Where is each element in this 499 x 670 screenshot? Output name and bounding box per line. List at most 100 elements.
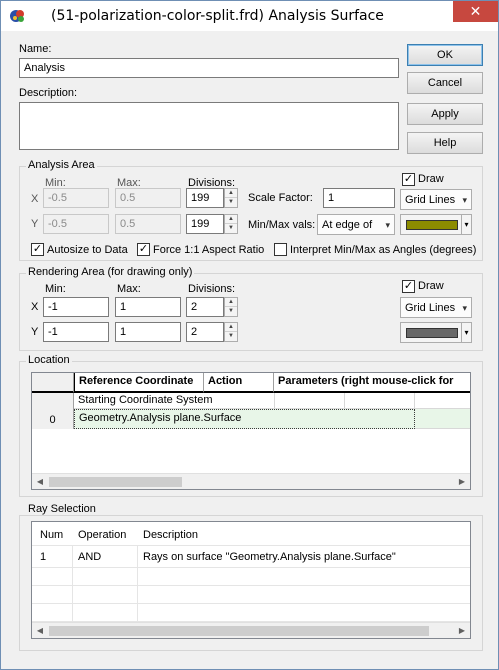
scale-factor-label: Scale Factor: — [248, 192, 313, 204]
ray-selection-title: Ray Selection — [26, 503, 98, 515]
rendering-x-divisions-input[interactable]: 2 — [186, 297, 224, 317]
rendering-color-picker[interactable]: ▾ — [400, 322, 472, 343]
spin-up-icon[interactable]: ▲ — [225, 298, 237, 307]
rendering-x-max-input[interactable]: 1 — [115, 297, 181, 317]
ray-row-description: Rays on surface "Geometry.Analysis plane… — [143, 551, 396, 563]
spin-up-icon[interactable]: ▲ — [225, 189, 237, 198]
spin-down-icon[interactable]: ▼ — [225, 224, 237, 233]
analysis-color-picker[interactable]: ▾ — [400, 214, 472, 235]
color-swatch — [406, 328, 458, 338]
rendering-max-label: Max: — [117, 283, 141, 295]
check-icon: ✓ — [32, 243, 43, 255]
column-header[interactable]: Operation — [78, 529, 126, 541]
scroll-right-icon[interactable]: ▶ — [455, 475, 469, 489]
rendering-draw-mode-select[interactable]: Grid Lines ▾ — [400, 297, 472, 318]
minmax-vals-select[interactable]: At edge of ▾ — [317, 214, 395, 235]
analysis-x-min-input[interactable]: -0.5 — [43, 188, 109, 208]
table-cell[interactable] — [344, 393, 414, 409]
close-icon: ✕ — [469, 3, 482, 19]
help-button[interactable]: Help — [407, 132, 483, 154]
row-number — [32, 393, 74, 409]
rendering-x-divisions-stepper[interactable]: 2 ▲ ▼ — [186, 297, 240, 317]
description-input[interactable] — [19, 102, 399, 150]
spin-down-icon[interactable]: ▼ — [225, 332, 237, 341]
chevron-down-icon: ▾ — [462, 195, 467, 205]
analysis-x-label: X — [31, 193, 39, 205]
chevron-down-icon: ▾ — [385, 220, 390, 230]
scale-factor-input[interactable]: 1 — [323, 188, 395, 208]
rendering-y-divisions-input[interactable]: 2 — [186, 322, 224, 342]
analysis-y-divisions-stepper[interactable]: 199 ▲ ▼ — [186, 214, 240, 234]
name-input[interactable]: Analysis — [19, 58, 399, 78]
rendering-x-label: X — [31, 301, 39, 313]
dialog-window: (51-polarization-color-split.frd) Analys… — [0, 0, 499, 670]
color-swatch — [406, 220, 458, 230]
ray-hscrollbar[interactable]: ◀ ▶ — [32, 622, 470, 638]
rendering-y-max-input[interactable]: 1 — [115, 322, 181, 342]
table-cell[interactable] — [415, 409, 470, 429]
column-header[interactable]: Action — [204, 373, 274, 393]
force-aspect-label: Force 1:1 Aspect Ratio — [153, 244, 265, 256]
rendering-min-label: Min: — [45, 283, 66, 295]
force-aspect-checkbox[interactable]: ✓ — [137, 243, 150, 256]
row-number: 0 — [32, 409, 74, 429]
column-header[interactable]: Parameters (right mouse-click for — [274, 373, 470, 393]
rendering-draw-label: Draw — [418, 280, 444, 292]
scroll-right-icon[interactable]: ▶ — [455, 624, 469, 638]
spin-buttons[interactable]: ▲ ▼ — [224, 322, 238, 342]
spin-up-icon[interactable]: ▲ — [225, 323, 237, 332]
check-icon: ✓ — [403, 173, 414, 185]
analysis-y-label: Y — [31, 218, 39, 230]
analysis-y-divisions-input[interactable]: 199 — [186, 214, 224, 234]
rendering-y-min-input[interactable]: -1 — [43, 322, 109, 342]
spin-buttons[interactable]: ▲ ▼ — [224, 188, 238, 208]
analysis-y-max-input[interactable]: 0.5 — [115, 214, 181, 234]
analysis-x-max-input[interactable]: 0.5 — [115, 188, 181, 208]
scroll-left-icon[interactable]: ◀ — [33, 624, 47, 638]
spin-down-icon[interactable]: ▼ — [225, 198, 237, 207]
analysis-draw-checkbox[interactable]: ✓ — [402, 173, 415, 186]
table-cell[interactable] — [274, 393, 344, 409]
list-item[interactable] — [32, 586, 470, 604]
title-bar[interactable]: (51-polarization-color-split.frd) Analys… — [1, 1, 498, 31]
autosize-checkbox[interactable]: ✓ — [31, 243, 44, 256]
spin-buttons[interactable]: ▲ ▼ — [224, 297, 238, 317]
table-cell[interactable] — [414, 393, 470, 409]
column-header[interactable]: Description — [143, 529, 198, 541]
ok-button[interactable]: OK — [407, 44, 483, 66]
cancel-button[interactable]: Cancel — [407, 72, 483, 94]
spin-up-icon[interactable]: ▲ — [225, 215, 237, 224]
location-grid[interactable]: Reference Coordinate Action Parameters (… — [31, 372, 471, 490]
list-item[interactable] — [32, 604, 470, 622]
spin-buttons[interactable]: ▲ ▼ — [224, 214, 238, 234]
chevron-down-icon[interactable]: ▾ — [461, 215, 471, 234]
rendering-draw-checkbox[interactable]: ✓ — [402, 280, 415, 293]
location-title: Location — [26, 354, 72, 366]
rendering-y-divisions-stepper[interactable]: 2 ▲ ▼ — [186, 322, 240, 342]
spin-down-icon[interactable]: ▼ — [225, 307, 237, 316]
analysis-x-divisions-stepper[interactable]: 199 ▲ ▼ — [186, 188, 240, 208]
list-item[interactable] — [32, 568, 470, 586]
interpret-angles-checkbox[interactable] — [274, 243, 287, 256]
apply-button[interactable]: Apply — [407, 103, 483, 125]
description-label: Description: — [19, 87, 78, 99]
scrollbar-thumb[interactable] — [49, 477, 182, 487]
chevron-down-icon: ▾ — [462, 303, 467, 313]
analysis-draw-label: Draw — [418, 173, 444, 185]
window-title: (51-polarization-color-split.frd) Analys… — [51, 8, 384, 24]
rendering-draw-mode-value: Grid Lines — [405, 302, 456, 314]
scrollbar-thumb[interactable] — [49, 626, 429, 636]
close-button[interactable]: ✕ — [453, 1, 498, 22]
location-hscrollbar[interactable]: ◀ ▶ — [32, 473, 470, 489]
chevron-down-icon[interactable]: ▾ — [461, 323, 471, 342]
analysis-draw-mode-select[interactable]: Grid Lines ▾ — [400, 189, 472, 210]
analysis-x-divisions-input[interactable]: 199 — [186, 188, 224, 208]
scroll-left-icon[interactable]: ◀ — [33, 475, 47, 489]
rendering-x-min-input[interactable]: -1 — [43, 297, 109, 317]
table-row[interactable]: Geometry.Analysis plane.Surface — [74, 409, 415, 429]
column-header[interactable]: Num — [40, 529, 63, 541]
analysis-y-min-input[interactable]: -0.5 — [43, 214, 109, 234]
ray-row-num: 1 — [40, 551, 47, 563]
ray-selection-list[interactable]: Num Operation Description 1 AND Rays on … — [31, 521, 471, 639]
column-header[interactable]: Reference Coordinate — [74, 373, 204, 393]
